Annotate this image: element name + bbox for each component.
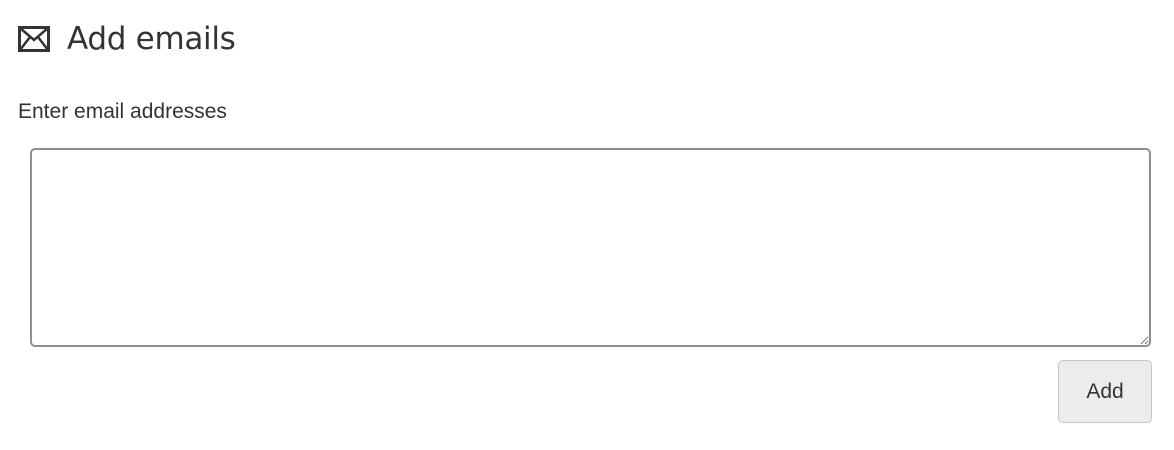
- email-addresses-label: Enter email addresses: [18, 100, 227, 123]
- envelope-icon: [18, 26, 50, 52]
- page-header: Add emails: [18, 18, 236, 60]
- email-addresses-textarea[interactable]: [30, 148, 1151, 347]
- page-title: Add emails: [67, 21, 236, 57]
- add-button[interactable]: Add: [1058, 360, 1152, 423]
